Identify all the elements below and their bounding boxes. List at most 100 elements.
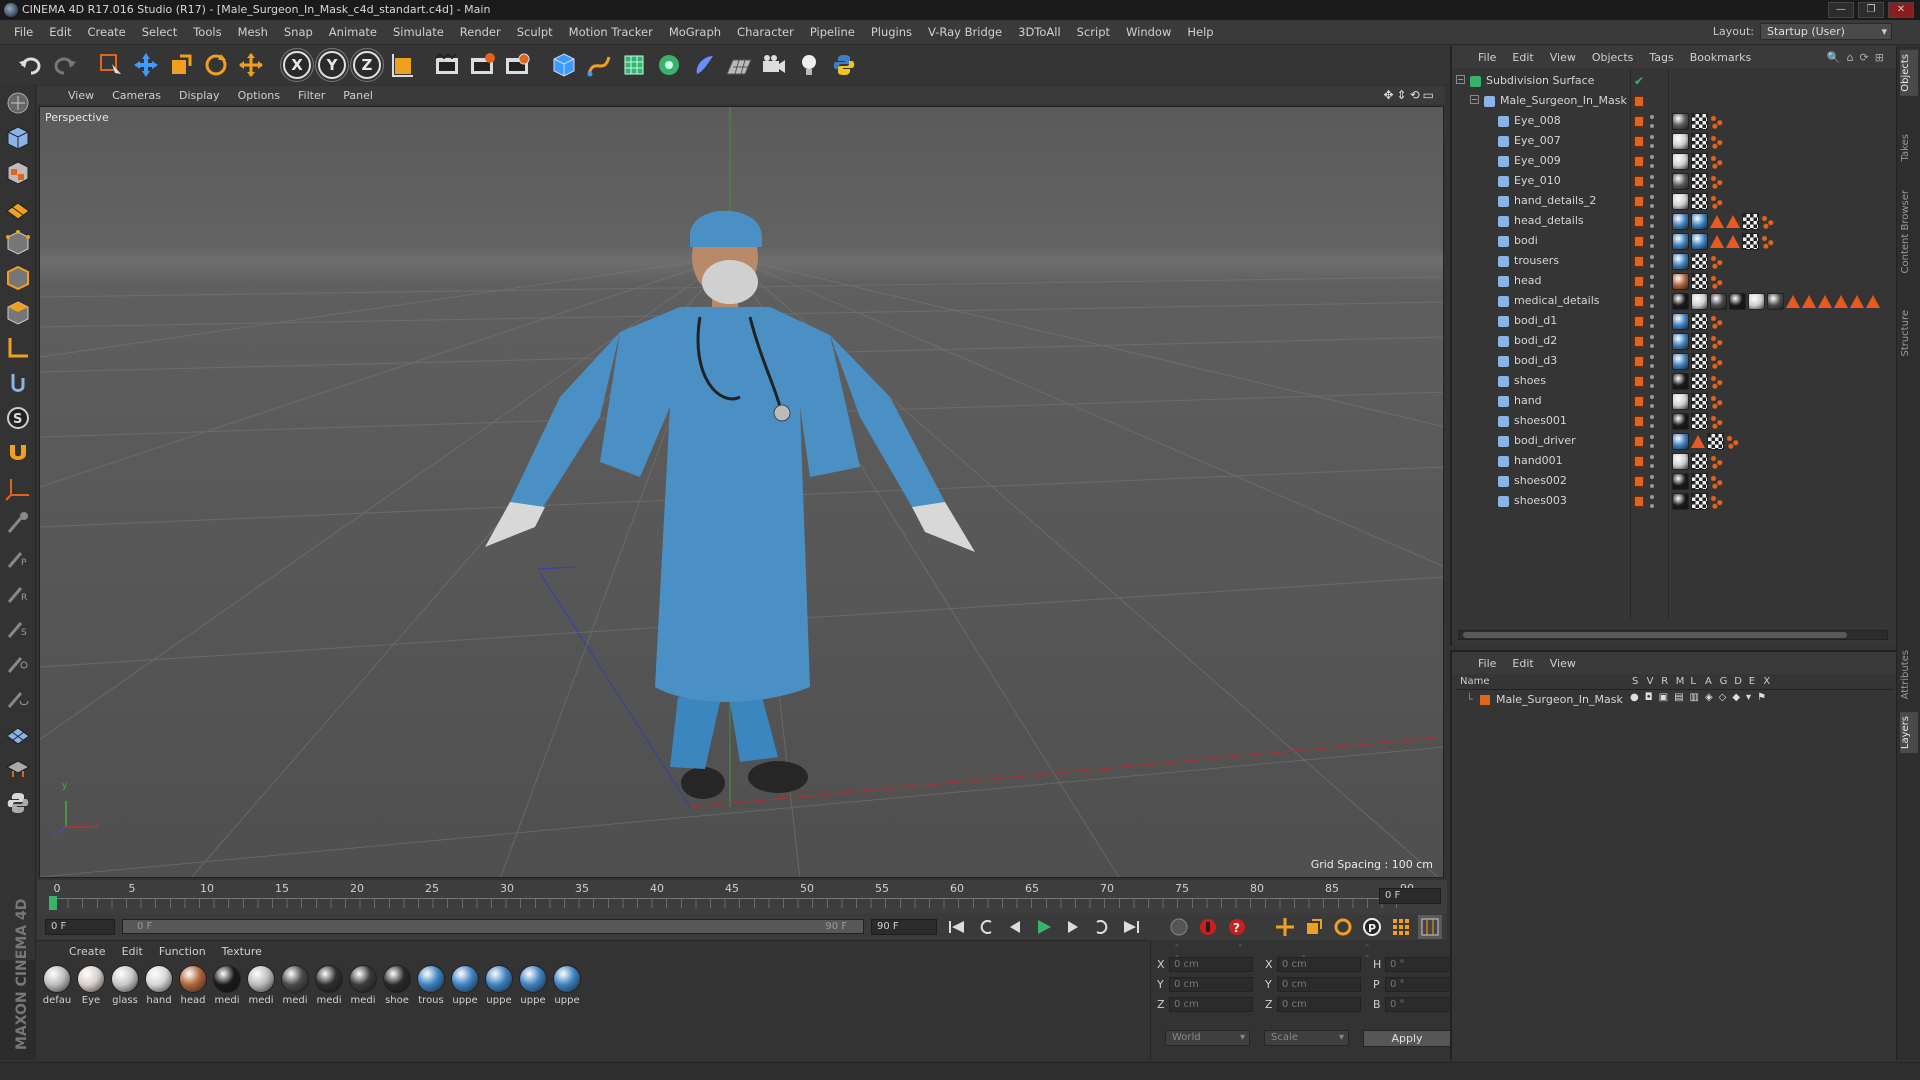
object-name[interactable]: shoes002 [1514, 474, 1567, 487]
render-settings-icon[interactable] [502, 49, 534, 81]
object-menu-bookmarks[interactable]: Bookmarks [1682, 51, 1759, 64]
material-tag-icon[interactable] [1672, 353, 1689, 370]
material-tag-icon[interactable] [1729, 293, 1746, 310]
material-tag-icon[interactable] [1672, 213, 1689, 230]
render-to-picture-viewer-icon[interactable] [467, 49, 499, 81]
object-name[interactable]: bodi_d1 [1514, 314, 1557, 327]
viewport-menu-filter[interactable]: Filter [289, 89, 334, 102]
material-tag-icon[interactable] [1672, 453, 1689, 470]
layer-color-tag[interactable] [1634, 196, 1644, 207]
layer-color-tag[interactable] [1634, 136, 1644, 147]
uvw-tag-icon[interactable] [1710, 374, 1724, 389]
material-tag-icon[interactable] [1672, 193, 1689, 210]
object-row[interactable]: Eye_010 [1454, 172, 1896, 192]
object-name[interactable]: Eye_008 [1514, 114, 1561, 127]
uv-texture-tag-icon[interactable] [1691, 373, 1708, 390]
object-name[interactable]: hand001 [1514, 454, 1563, 467]
object-row[interactable]: hand_details_2 [1454, 192, 1896, 212]
sculpt-brush-icon[interactable] [2, 507, 34, 539]
uv-texture-tag-icon[interactable] [1691, 273, 1708, 290]
uvw-tag-icon[interactable] [1710, 394, 1724, 409]
layer-menu-view[interactable]: View [1542, 657, 1584, 670]
layer-flag-icons[interactable]: ●◘▣▤▥◈◇◆▾⚑ [1630, 692, 1772, 703]
uvw-tag-icon[interactable] [1710, 274, 1724, 289]
play-icon[interactable] [1032, 915, 1056, 939]
snap-icon[interactable]: S [2, 402, 34, 434]
coord-value-field[interactable]: 0 cm [1277, 957, 1361, 972]
uv-texture-tag-icon[interactable] [1691, 493, 1708, 510]
layer-name[interactable]: Male_Surgeon_In_Mask [1496, 693, 1623, 706]
object-menu-tags[interactable]: Tags [1641, 51, 1681, 64]
visibility-dots-icon[interactable] [1650, 135, 1654, 148]
phong-tag-icon[interactable] [1802, 295, 1816, 308]
layer-color-swatch[interactable] [1480, 695, 1490, 705]
uvw-tag-icon[interactable] [1761, 234, 1775, 249]
uv-texture-tag-icon[interactable] [1691, 113, 1708, 130]
object-name[interactable]: Male_Surgeon_In_Mask [1500, 94, 1627, 107]
uv-texture-tag-icon[interactable] [1691, 453, 1708, 470]
layer-color-tag[interactable] [1634, 256, 1644, 267]
visibility-dots-icon[interactable] [1650, 335, 1654, 348]
layer-color-tag[interactable] [1634, 216, 1644, 227]
side-tab-takes[interactable]: Takes [1900, 130, 1918, 165]
close-button[interactable]: ✕ [1888, 2, 1914, 18]
object-name[interactable]: head [1514, 274, 1541, 287]
material-swatch[interactable]: uppe [483, 965, 515, 1006]
phong-tag-icon[interactable] [1710, 215, 1724, 228]
material-tag-icon[interactable] [1691, 213, 1708, 230]
object-row[interactable]: shoes003 [1454, 492, 1896, 512]
start-frame-field[interactable]: 0 F [45, 919, 115, 935]
points-mode-icon[interactable] [2, 227, 34, 259]
visibility-dots-icon[interactable] [1650, 155, 1654, 168]
perspective-viewport[interactable]: Perspective y x z Grid Spacing : 100 cm [39, 106, 1444, 878]
uv-texture-tag-icon[interactable] [1691, 313, 1708, 330]
menu-tools[interactable]: Tools [185, 25, 229, 39]
layer-color-tag[interactable] [1634, 236, 1644, 247]
material-tag-icon[interactable] [1672, 413, 1689, 430]
floor-icon[interactable] [723, 49, 755, 81]
model-mode-icon[interactable] [2, 122, 34, 154]
uv-texture-tag-icon[interactable] [1691, 393, 1708, 410]
key-pla-icon[interactable] [1389, 915, 1413, 939]
object-menu-view[interactable]: View [1542, 51, 1584, 64]
uvw-tag-icon[interactable] [1710, 174, 1724, 189]
material-menu-function[interactable]: Function [151, 945, 214, 958]
object-name[interactable]: Eye_010 [1514, 174, 1561, 187]
uvw-tag-icon[interactable] [1726, 434, 1740, 449]
layer-color-tag[interactable] [1634, 416, 1644, 427]
menu-script[interactable]: Script [1069, 25, 1118, 39]
material-swatch[interactable]: uppe [551, 965, 583, 1006]
apply-button[interactable]: Apply [1363, 1030, 1451, 1047]
material-swatch[interactable]: hand [143, 965, 175, 1006]
viewport-menu-view[interactable]: View [59, 89, 103, 102]
layer-color-tag[interactable] [1634, 356, 1644, 367]
phong-tag-icon[interactable] [1726, 215, 1740, 228]
layer-color-tag[interactable] [1634, 336, 1644, 347]
light-icon[interactable] [793, 49, 825, 81]
object-row[interactable]: bodi_d2 [1454, 332, 1896, 352]
phong-tag-icon[interactable] [1818, 295, 1832, 308]
material-tag-icon[interactable] [1672, 173, 1689, 190]
material-tag-icon[interactable] [1672, 393, 1689, 410]
layer-color-tag[interactable] [1634, 436, 1644, 447]
object-name[interactable]: shoes001 [1514, 414, 1567, 427]
current-frame-field[interactable]: 0 F [1379, 888, 1441, 904]
menu-simulate[interactable]: Simulate [385, 25, 452, 39]
object-manager-hscrollbar[interactable] [1458, 630, 1888, 640]
material-swatch[interactable]: medi [245, 965, 277, 1006]
maximize-button[interactable]: ❐ [1858, 2, 1884, 18]
object-row[interactable]: shoes001 [1454, 412, 1896, 432]
layer-color-tag[interactable] [1634, 96, 1644, 107]
uv-texture-tag-icon[interactable] [1707, 433, 1724, 450]
playhead-marker[interactable] [49, 896, 57, 910]
viewport-navigation-icons[interactable]: ✥⇕⟲▭ [1383, 88, 1437, 102]
uv-texture-tag-icon[interactable] [1691, 173, 1708, 190]
object-row[interactable]: bodi_driver [1454, 432, 1896, 452]
material-tag-icon[interactable] [1672, 253, 1689, 270]
material-menu-texture[interactable]: Texture [214, 945, 270, 958]
enable-snap-magnet-icon[interactable] [2, 437, 34, 469]
layout-dropdown[interactable]: Startup (User) [1760, 23, 1892, 40]
visibility-dots-icon[interactable] [1650, 255, 1654, 268]
rotate-brush-icon[interactable]: R [2, 577, 34, 609]
material-tag-icon[interactable] [1672, 273, 1689, 290]
